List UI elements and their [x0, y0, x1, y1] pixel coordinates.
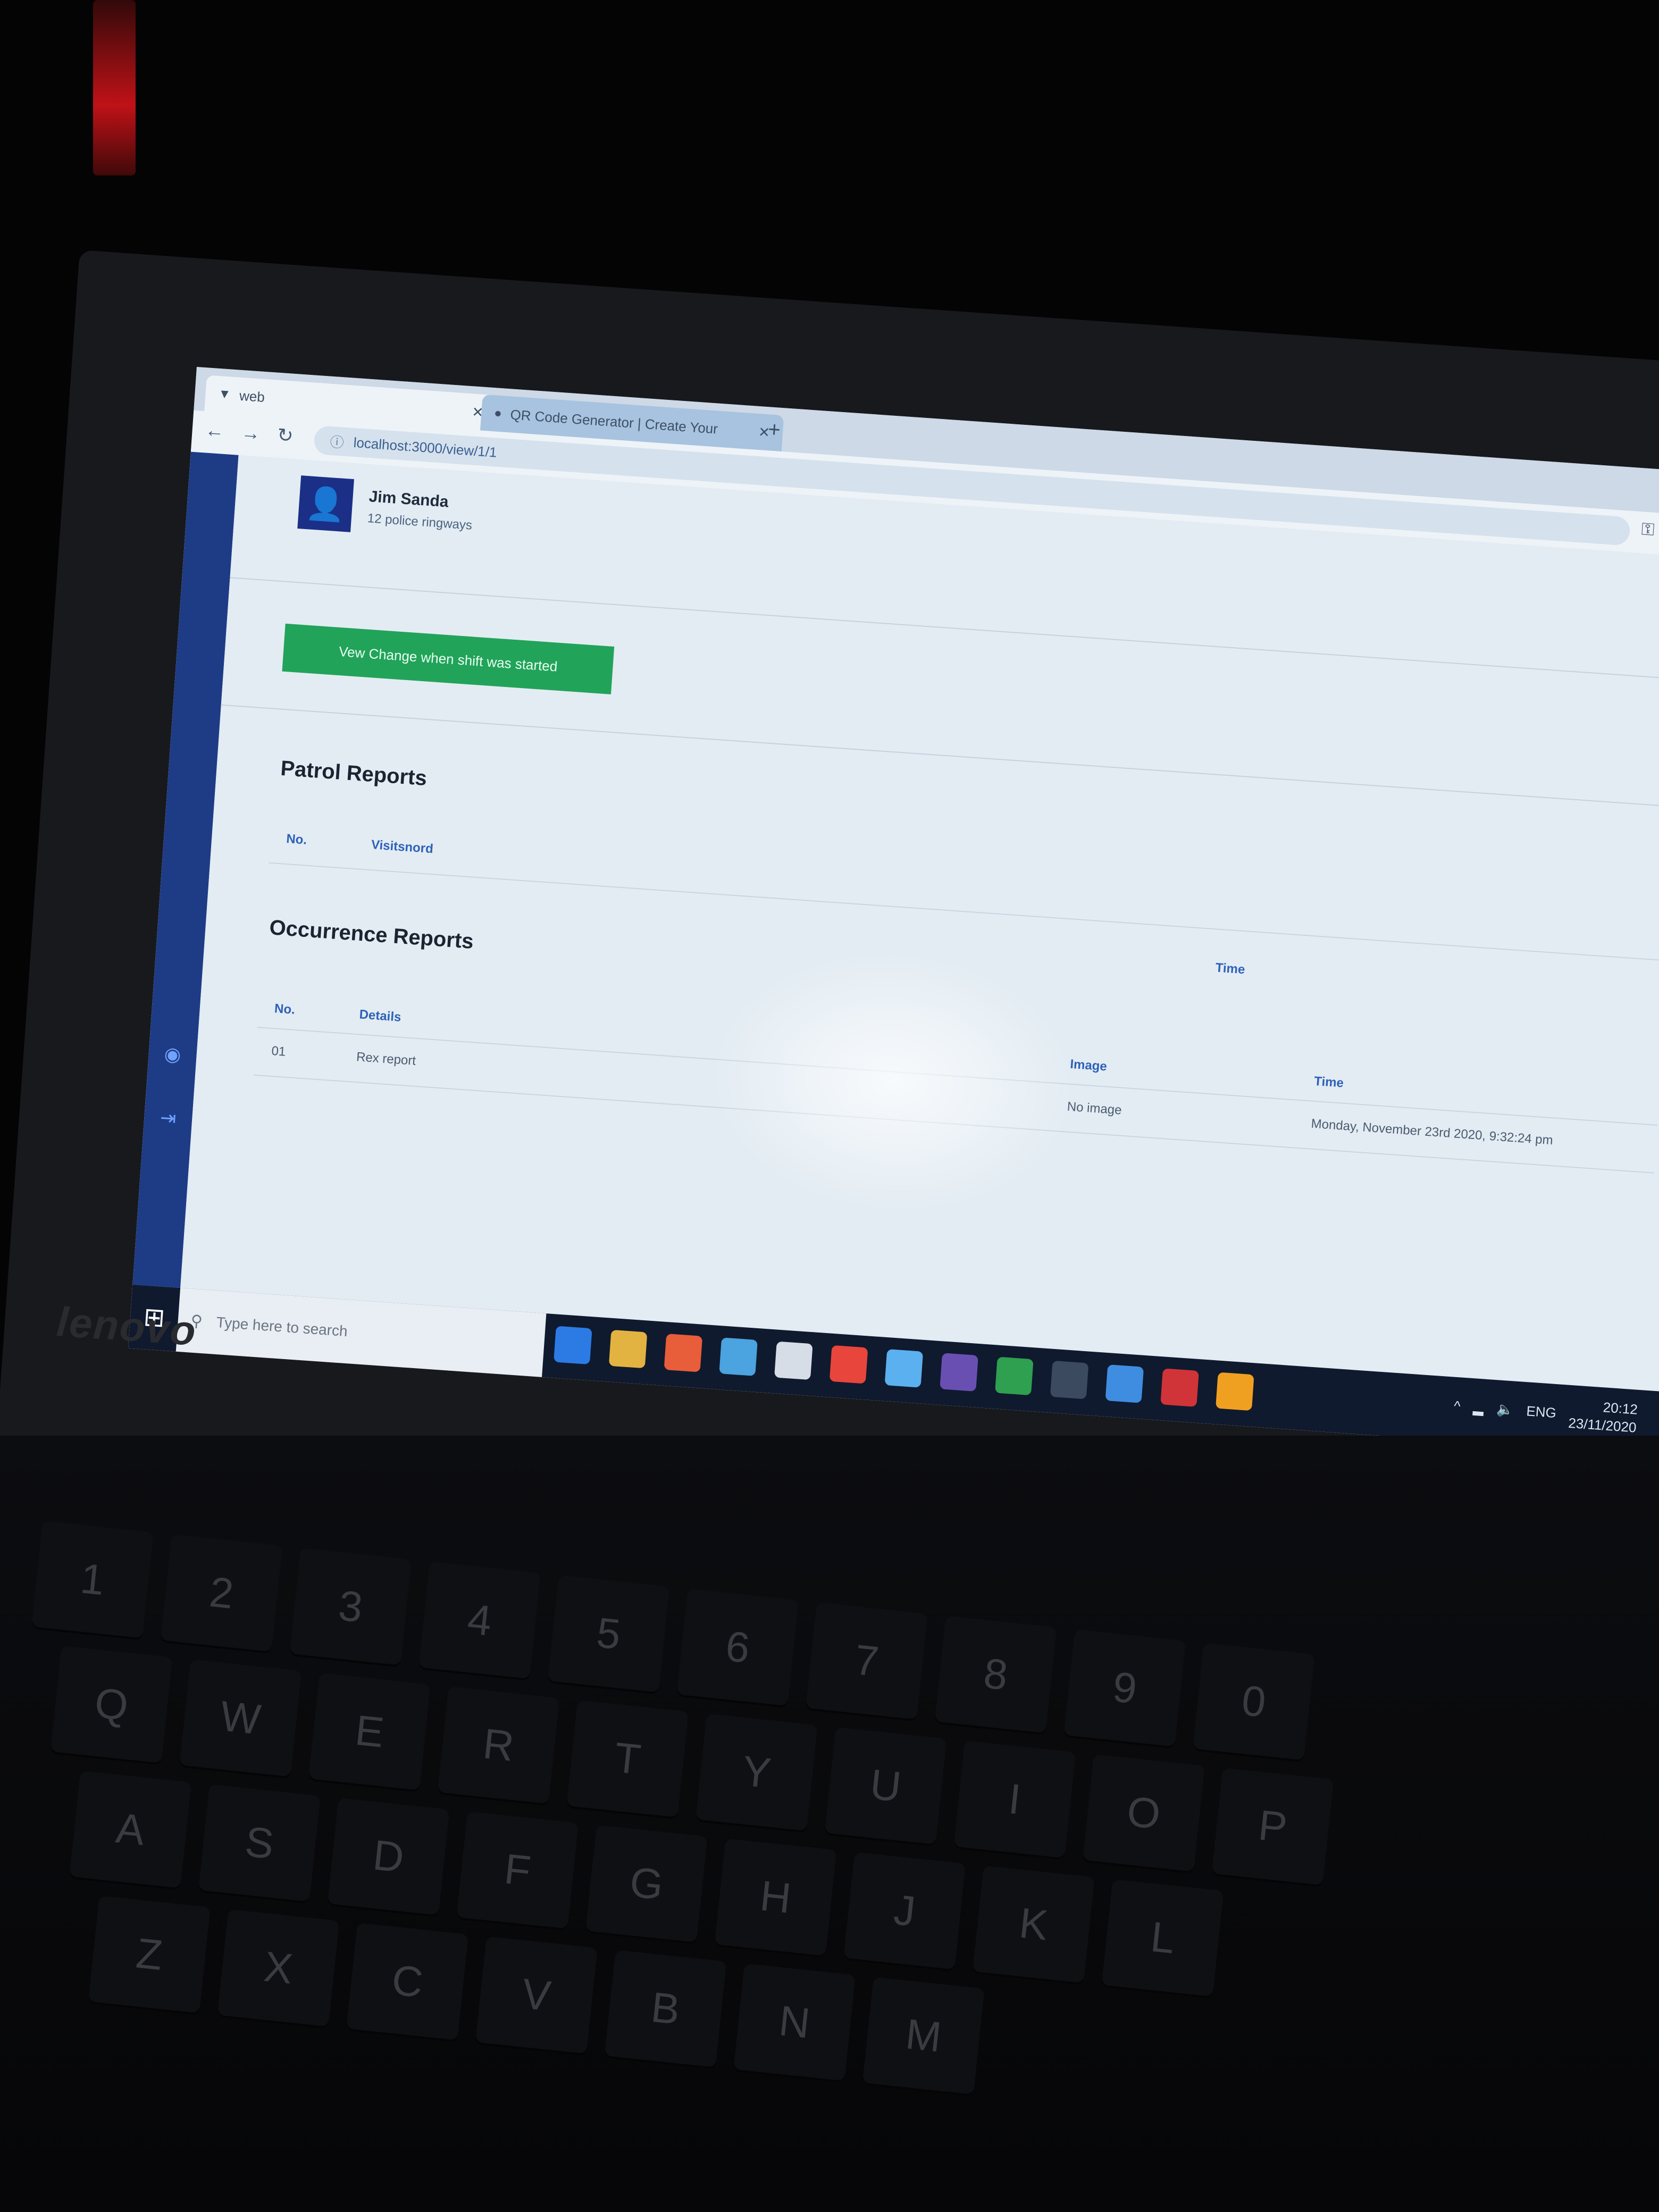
keyboard-key: E — [308, 1673, 431, 1790]
forward-arrow-icon[interactable]: → — [240, 421, 261, 445]
keyboard-key: U — [824, 1727, 947, 1845]
url-text: localhost:3000/view/1/1 — [353, 434, 498, 460]
site-info-icon[interactable]: ⓘ — [330, 431, 345, 451]
back-arrow-icon[interactable]: ← — [204, 418, 225, 442]
profile-name: Jim Sanda — [368, 488, 449, 511]
vuetify-favicon-icon: ▼ — [217, 386, 232, 402]
keyboard-key: M — [862, 1977, 985, 2094]
occurrence-col-details: Details — [358, 1007, 402, 1025]
keyboard-key: 5 — [547, 1575, 670, 1692]
keyboard-key: R — [437, 1686, 560, 1804]
keyboard-key: Q — [50, 1646, 173, 1763]
taskbar-app-icon[interactable] — [829, 1345, 868, 1384]
profile-subtitle: 12 police ringways — [366, 511, 473, 533]
keyboard-key: T — [566, 1700, 689, 1817]
taskbar-app-icon[interactable] — [995, 1356, 1034, 1396]
taskbar-app-icon[interactable] — [664, 1334, 703, 1372]
tab-title: web — [239, 387, 265, 405]
keyboard-key: W — [179, 1659, 302, 1777]
keyboard-key: 3 — [289, 1548, 412, 1665]
view-change-button[interactable]: Vew Change when shift was started — [282, 623, 615, 694]
taskbar-app-icon[interactable] — [719, 1337, 758, 1376]
tab-title: QR Code Generator | Create Your — [509, 406, 719, 437]
taskbar-app-icon[interactable] — [608, 1329, 648, 1369]
occurrence-col-no: No. — [274, 1001, 296, 1017]
keyboard-key: H — [714, 1838, 837, 1956]
keyboard-key: F — [456, 1811, 579, 1929]
keyboard-key: 7 — [806, 1602, 928, 1720]
keyboard-key: 4 — [418, 1561, 541, 1679]
patrol-col-visits: Visitsnord — [371, 837, 434, 857]
keyboard-key: S — [198, 1784, 321, 1902]
divider — [221, 704, 1659, 810]
occurrence-time-header: Time — [1214, 960, 1246, 977]
occurrence-col-image: Image — [1069, 1057, 1108, 1074]
keyboard-key: B — [604, 1950, 727, 2067]
system-tray: ^ ▂ 🔈 ENG 20:12 23/11/2020 — [1453, 1388, 1638, 1437]
qr-favicon-icon: ● — [493, 406, 502, 421]
clock[interactable]: 20:12 23/11/2020 — [1568, 1396, 1638, 1437]
taskbar-app-icon[interactable] — [884, 1349, 924, 1388]
profile-header: 👤 Jim Sanda 12 police ringways — [297, 475, 475, 541]
chevron-up-icon[interactable]: ^ — [1453, 1397, 1461, 1414]
search-placeholder: Type here to search — [215, 1313, 348, 1340]
keyboard-key: K — [972, 1865, 1095, 1983]
keyboard-key: L — [1101, 1879, 1224, 1997]
taskbar-app-icon[interactable] — [774, 1341, 813, 1380]
patrol-col-no: No. — [286, 831, 308, 848]
patrol-reports-title: Patrol Reports — [280, 756, 428, 791]
keyboard-key: O — [1083, 1754, 1205, 1872]
row-details: Rex report — [356, 1050, 416, 1068]
keyboard-key: C — [346, 1923, 469, 2040]
volume-icon[interactable]: 🔈 — [1496, 1401, 1514, 1418]
keyboard-key: Y — [696, 1713, 818, 1831]
taskbar-app-icon[interactable] — [1105, 1364, 1144, 1403]
new-tab-button[interactable]: + — [767, 417, 781, 442]
keyboard-key: G — [585, 1825, 708, 1942]
occurrence-reports-title: Occurrence Reports — [269, 916, 474, 953]
keyboard-key: I — [953, 1740, 1076, 1858]
language-indicator[interactable]: ENG — [1526, 1403, 1557, 1421]
network-icon[interactable]: ▂ — [1472, 1399, 1484, 1416]
keyboard-key: 0 — [1193, 1643, 1315, 1761]
taskbar-app-icon[interactable] — [1050, 1360, 1089, 1400]
taskbar-app-icon[interactable] — [1160, 1368, 1199, 1407]
keyboard-key: 8 — [934, 1615, 1057, 1733]
logout-icon[interactable]: ⇥ — [155, 1105, 181, 1131]
keyboard-key: 9 — [1063, 1629, 1186, 1747]
keyboard-key: N — [733, 1963, 856, 2081]
keyboard-key: A — [69, 1771, 192, 1888]
power-led — [93, 0, 136, 175]
row-time: Monday, November 23rd 2020, 9:32:24 pm — [1310, 1116, 1554, 1148]
divider — [254, 1074, 1655, 1174]
row-no: 01 — [271, 1043, 287, 1059]
lenovo-logo: lenovo — [55, 1297, 198, 1355]
main-content: 👤 Jim Sanda 12 police ringways Vew Chang… — [180, 455, 1659, 1393]
help-circle-icon[interactable]: ◉ — [160, 1041, 186, 1067]
keyboard-key: 6 — [676, 1588, 799, 1706]
keyboard-key: D — [327, 1798, 450, 1915]
keyboard-key: X — [217, 1909, 340, 2027]
keyboard-key: 1 — [31, 1521, 154, 1638]
divider — [269, 862, 1659, 961]
reload-icon[interactable]: ↻ — [276, 424, 294, 447]
browser-actions: ⚿ ☆ ● — [1641, 519, 1659, 544]
taskbar-app-icon[interactable] — [554, 1326, 592, 1365]
row-image: No image — [1067, 1099, 1122, 1118]
taskbar-app-icon[interactable] — [1216, 1372, 1254, 1411]
keyboard-key: V — [475, 1936, 598, 2054]
laptop-screen: ▼ web ✕ ● QR Code Generator | Create You… — [128, 367, 1659, 1456]
keyboard-key: P — [1211, 1767, 1334, 1886]
occurrence-col-time: Time — [1313, 1074, 1344, 1091]
keyboard-key: Z — [88, 1896, 211, 2013]
user-avatar-icon: 👤 — [297, 475, 354, 532]
key-icon[interactable]: ⚿ — [1641, 519, 1655, 540]
divider — [257, 1026, 1658, 1126]
keyboard-key: 2 — [160, 1534, 283, 1652]
keyboard-key: J — [843, 1852, 966, 1970]
taskbar-app-icon[interactable] — [940, 1353, 978, 1392]
